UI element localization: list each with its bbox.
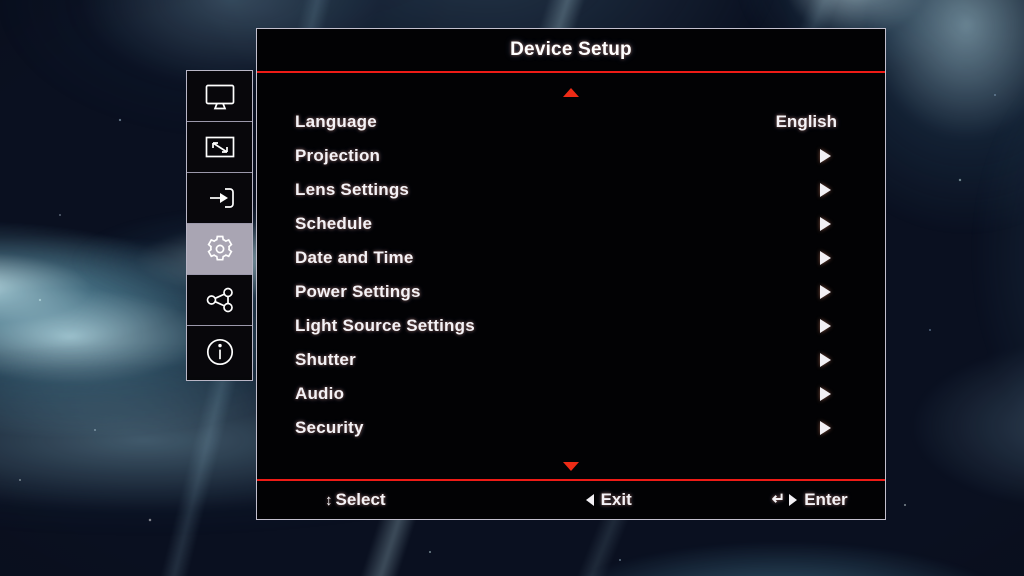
return-arrow-icon: ↵ — [771, 491, 786, 508]
scroll-up-indicator — [257, 88, 885, 97]
submenu-arrow-icon — [820, 183, 831, 197]
scroll-down-indicator — [257, 462, 885, 471]
menu-item-shutter[interactable]: Shutter — [295, 343, 839, 377]
menu-item-lens-settings[interactable]: Lens Settings — [295, 173, 839, 207]
footer-hint-exit: Exit — [585, 490, 632, 510]
info-icon — [204, 336, 236, 368]
osd-panel: Device Setup Language English Projection Le… — [256, 28, 886, 520]
input-source-icon — [203, 184, 237, 212]
sidebar-item-input-source[interactable] — [187, 173, 252, 224]
network-share-icon — [204, 286, 236, 314]
menu-item-projection[interactable]: Projection — [295, 139, 839, 173]
menu-item-label: Schedule — [295, 214, 373, 233]
left-triangle-icon — [585, 494, 594, 506]
screen-resize-icon — [203, 134, 237, 160]
footer-exit-label: Exit — [600, 490, 632, 509]
up-down-arrow-icon: ↕ — [325, 491, 332, 509]
menu-item-power-settings[interactable]: Power Settings — [295, 275, 839, 309]
osd-titlebar: Device Setup — [257, 29, 885, 73]
menu-item-label: Audio — [295, 384, 345, 403]
submenu-arrow-icon — [820, 387, 831, 401]
menu-item-label: Shutter — [295, 350, 356, 369]
menu-item-language[interactable]: Language English — [295, 105, 839, 139]
menu-item-audio[interactable]: Audio — [295, 377, 839, 411]
menu-item-label: Date and Time — [295, 248, 414, 267]
menu-item-label: Security — [295, 418, 364, 437]
menu-item-light-source-settings[interactable]: Light Source Settings — [295, 309, 839, 343]
submenu-arrow-icon — [820, 319, 831, 333]
scroll-down-arrow-icon — [563, 462, 579, 471]
menu-item-label: Language — [295, 112, 377, 131]
footer-hint-select: ↕ Select — [325, 490, 386, 510]
scroll-up-arrow-icon — [563, 88, 579, 97]
projector-screen: Device Setup Language English Projection Le… — [0, 0, 1024, 576]
sidebar-item-screen-adjust[interactable] — [187, 122, 252, 173]
osd-footer: ↕ Select Exit ↵ Enter — [257, 479, 885, 519]
footer-select-label: Select — [335, 490, 386, 509]
menu-item-label: Light Source Settings — [295, 316, 475, 335]
sidebar-item-device-setup[interactable] — [187, 224, 252, 275]
display-icon — [203, 82, 237, 110]
submenu-arrow-icon — [820, 285, 831, 299]
submenu-arrow-icon — [820, 251, 831, 265]
submenu-arrow-icon — [820, 149, 831, 163]
menu-item-label: Lens Settings — [295, 180, 410, 199]
sidebar-item-network[interactable] — [187, 275, 252, 326]
submenu-arrow-icon — [820, 353, 831, 367]
menu-item-security[interactable]: Security — [295, 411, 839, 445]
menu-item-schedule[interactable]: Schedule — [295, 207, 839, 241]
page-title: Device Setup — [510, 39, 632, 60]
osd-sidebar — [186, 70, 253, 381]
menu-item-label: Power Settings — [295, 282, 421, 301]
menu-item-date-and-time[interactable]: Date and Time — [295, 241, 839, 275]
sidebar-item-information[interactable] — [187, 326, 252, 377]
footer-enter-label: Enter — [804, 490, 848, 509]
osd-body: Language English Projection Lens Settings Sc… — [257, 73, 885, 479]
sidebar-item-display[interactable] — [187, 71, 252, 122]
right-triangle-icon — [789, 494, 798, 506]
settings-menu-list: Language English Projection Lens Settings Sc… — [295, 105, 839, 445]
footer-hint-enter: ↵ Enter — [772, 490, 848, 510]
submenu-arrow-icon — [820, 217, 831, 231]
menu-item-value: English — [775, 112, 837, 131]
menu-item-label: Projection — [295, 146, 381, 165]
gear-icon — [204, 233, 236, 265]
submenu-arrow-icon — [820, 421, 831, 435]
